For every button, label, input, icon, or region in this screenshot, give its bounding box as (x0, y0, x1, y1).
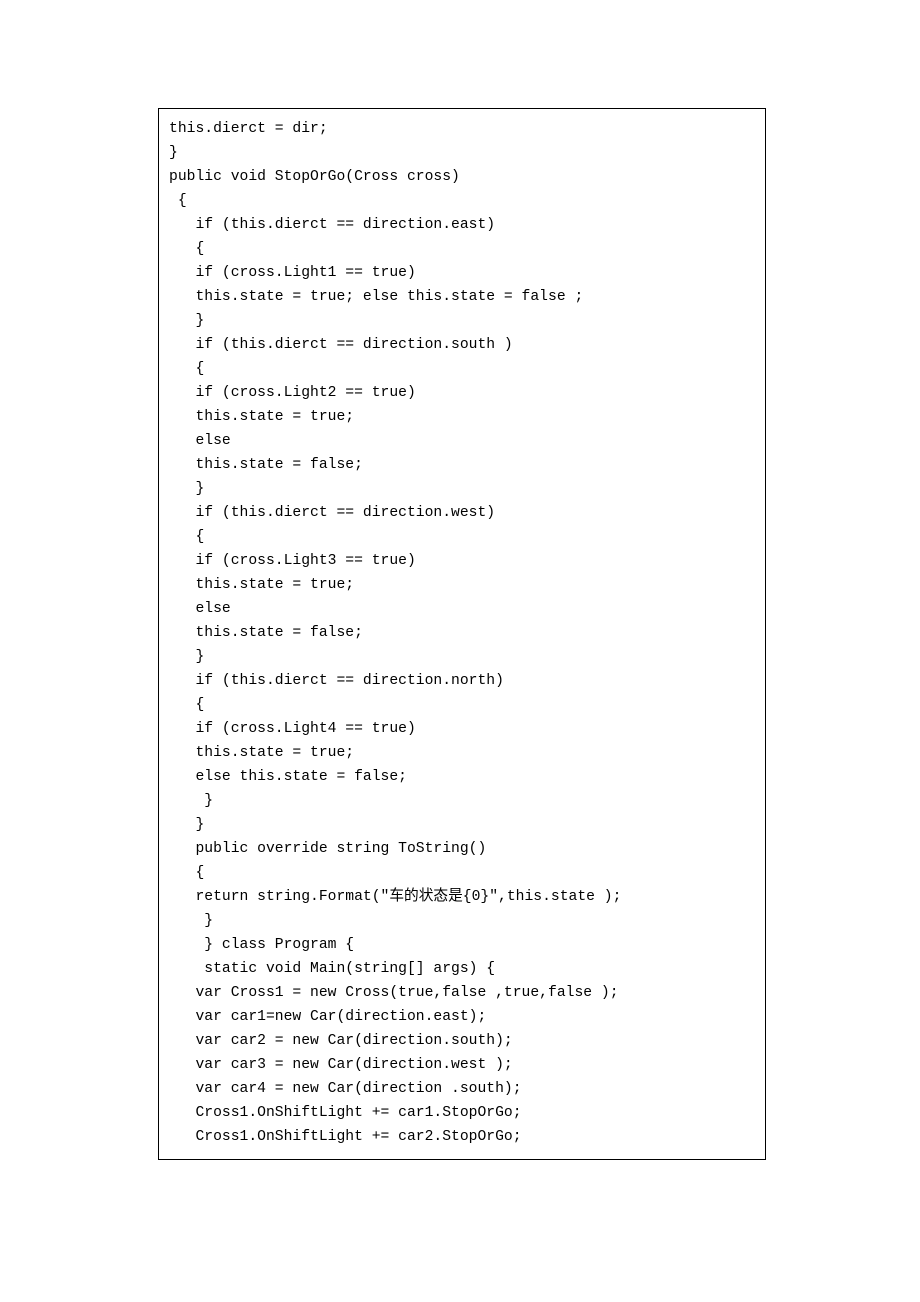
code-line: } (169, 141, 755, 165)
code-line: this.state = true; (169, 573, 755, 597)
code-line: this.dierct = dir; (169, 117, 755, 141)
code-block: this.dierct = dir; } public void StopOrG… (158, 108, 766, 1160)
code-line: else (169, 597, 755, 621)
code-line: var car2 = new Car(direction.south); (169, 1029, 755, 1053)
code-line: this.state = true; (169, 405, 755, 429)
code-line: static void Main(string[] args) { (169, 957, 755, 981)
code-line: } (169, 477, 755, 501)
code-line: else (169, 429, 755, 453)
code-line: Cross1.OnShiftLight += car1.StopOrGo; (169, 1101, 755, 1125)
code-line: } (169, 645, 755, 669)
code-line: } (169, 813, 755, 837)
code-line: } (169, 909, 755, 933)
code-line: if (this.dierct == direction.north) (169, 669, 755, 693)
code-line: if (cross.Light2 == true) (169, 381, 755, 405)
code-line: { (169, 237, 755, 261)
code-line: if (cross.Light1 == true) (169, 261, 755, 285)
code-line: this.state = true; (169, 741, 755, 765)
code-line: var Cross1 = new Cross(true,false ,true,… (169, 981, 755, 1005)
code-line: public override string ToString() (169, 837, 755, 861)
code-line: { (169, 525, 755, 549)
code-line: var car3 = new Car(direction.west ); (169, 1053, 755, 1077)
code-line: { (169, 693, 755, 717)
code-line: Cross1.OnShiftLight += car2.StopOrGo; (169, 1125, 755, 1149)
code-line: if (cross.Light3 == true) (169, 549, 755, 573)
code-line: return string.Format("车的状态是{0}",this.sta… (169, 885, 755, 909)
code-line: if (cross.Light4 == true) (169, 717, 755, 741)
code-line: if (this.dierct == direction.west) (169, 501, 755, 525)
code-line: if (this.dierct == direction.east) (169, 213, 755, 237)
code-line: public void StopOrGo(Cross cross) (169, 165, 755, 189)
code-line: else this.state = false; (169, 765, 755, 789)
code-line: { (169, 861, 755, 885)
code-line: } (169, 309, 755, 333)
document-page: this.dierct = dir; } public void StopOrG… (0, 0, 920, 1302)
code-line: { (169, 357, 755, 381)
code-line: } class Program { (169, 933, 755, 957)
code-line: this.state = false; (169, 621, 755, 645)
code-line: this.state = false; (169, 453, 755, 477)
code-line: var car1=new Car(direction.east); (169, 1005, 755, 1029)
code-line: this.state = true; else this.state = fal… (169, 285, 755, 309)
code-line: { (169, 189, 755, 213)
code-line: if (this.dierct == direction.south ) (169, 333, 755, 357)
code-line: var car4 = new Car(direction .south); (169, 1077, 755, 1101)
code-line: } (169, 789, 755, 813)
